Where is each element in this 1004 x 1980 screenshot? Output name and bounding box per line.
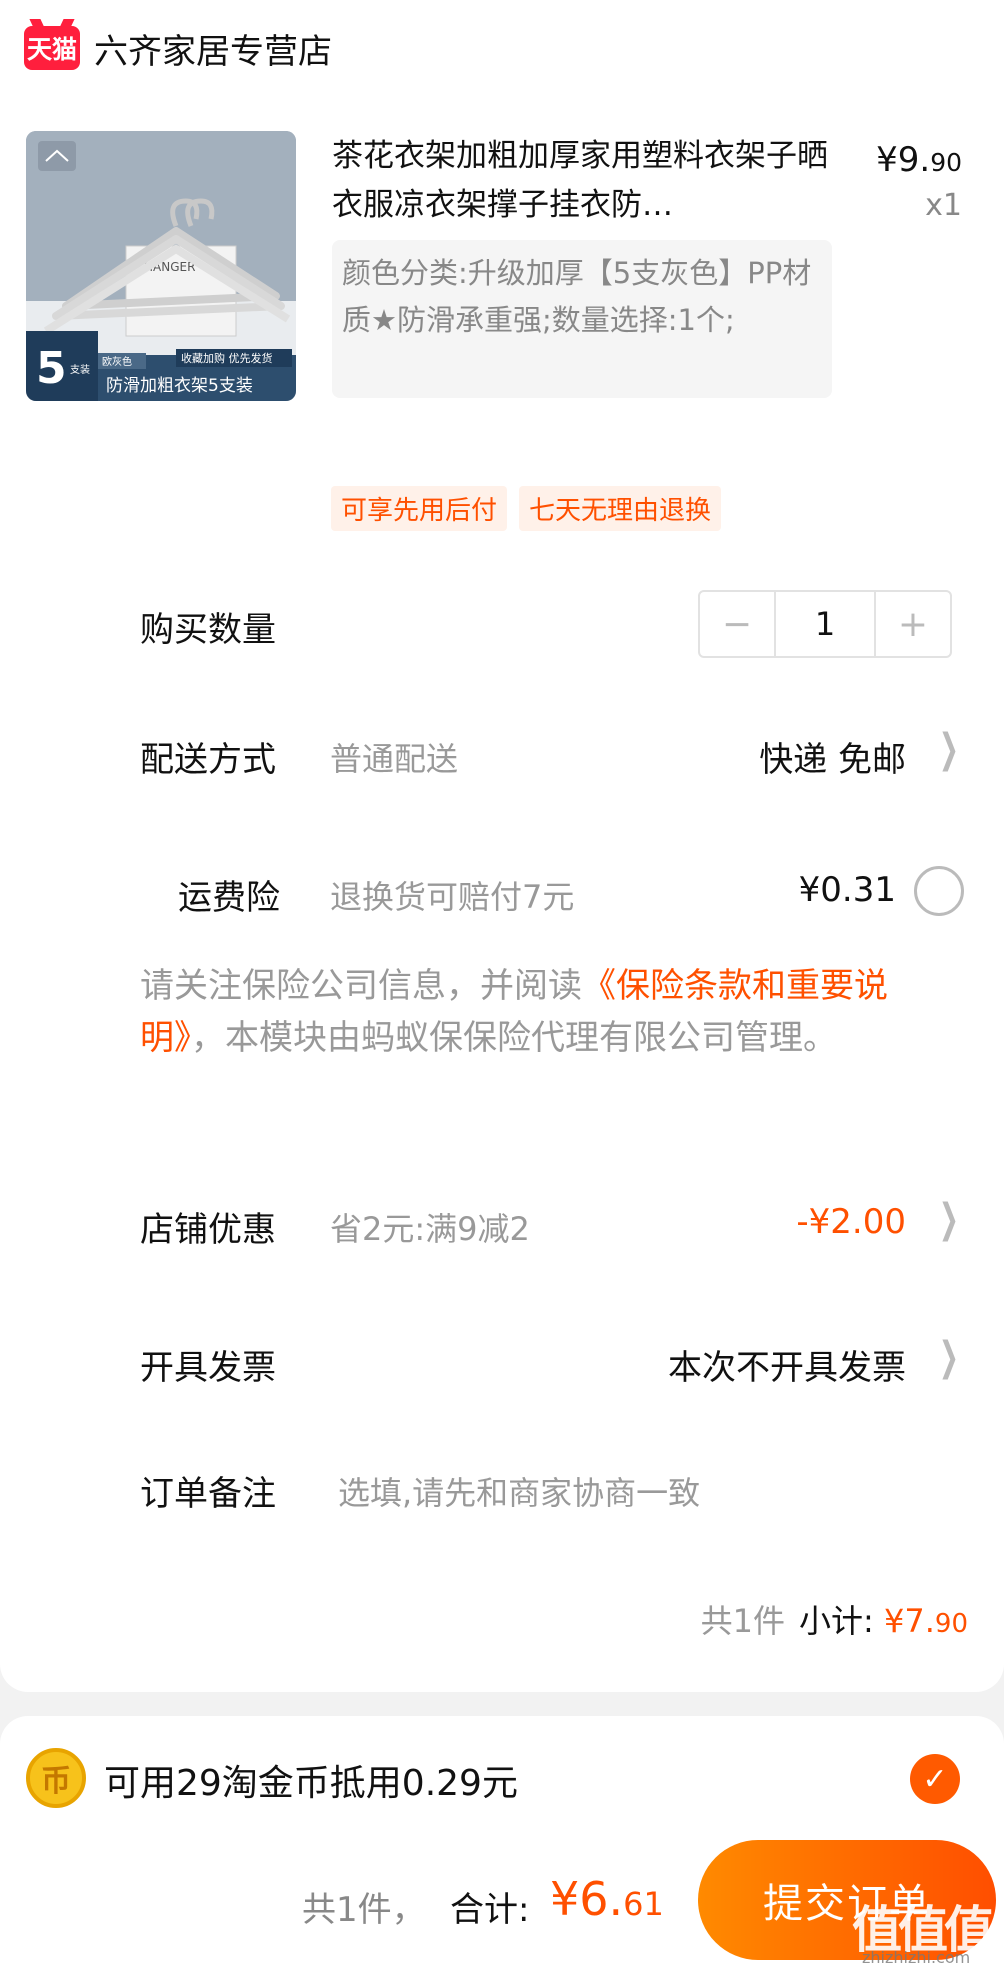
svg-text:支装: 支装 [70,363,90,376]
insurance-notice: 请关注保险公司信息，并阅读《保险条款和重要说明》，本模块由蚂蚁保保险代理有限公司… [140,966,888,1058]
product-sku[interactable]: 颜色分类:升级加厚【5支灰色】PP材质★防滑承重强;数量选择:1个; [332,240,832,398]
total-count: 共1件， [302,1890,426,1930]
svg-text:5: 5 [36,343,67,394]
store-header[interactable]: 天猫 六齐家居专营店 [24,18,332,78]
insurance-radio[interactable] [914,866,964,916]
product-price: ¥9.90 [876,140,962,180]
tag-pay-later: 可享先用后付 [331,486,508,531]
delivery-method: 普通配送 [330,740,459,778]
coin-checkbox-checked-icon[interactable]: ✓ [910,1754,960,1804]
insurance-desc: 退换货可赔付7元 [330,878,575,916]
invoice-label: 开具发票 [140,1348,276,1388]
tmall-logo: 天猫 [24,26,80,70]
invoice-value: 本次不开具发票 [668,1348,906,1388]
chevron-right-icon: ❯ [938,726,959,772]
product-thumbnail[interactable]: HANGER 5 支装 欧灰色 收藏加购 优先发货 防滑加粗衣架5支装 [26,131,296,401]
svg-text:防滑加粗衣架5支装: 防滑加粗衣架5支装 [106,376,253,396]
insurance-label: 运费险 [178,878,280,918]
svg-text:收藏加购 优先发货: 收藏加购 优先发货 [181,351,273,365]
total-label: 合计: [450,1890,530,1930]
quantity-plus-button[interactable]: + [876,592,950,656]
quantity-value[interactable]: 1 [774,592,876,656]
remark-label: 订单备注 [140,1474,276,1514]
coin-deduction-text: 可用29淘金币抵用0.29元 [104,1763,518,1804]
total-amount: ¥6.61 [550,1872,664,1926]
watermark-url: zhizhizhi.com [862,1948,971,1967]
insurance-price: ¥0.31 [798,870,896,910]
discount-value: -¥2.00 [796,1202,906,1242]
remark-input[interactable]: 选填,请先和商家协商一致 [338,1468,700,1514]
service-tags: 可享先用后付 七天无理由退换 [331,486,722,531]
product-title[interactable]: 茶花衣架加粗加厚家用塑料衣架子晒衣服凉衣架撑子挂衣防… [332,132,832,230]
order-card: 天猫 六齐家居专营店 HANGER 5 支装 欧灰色 收藏加购 优先发货 防滑加… [0,0,1004,1692]
discount-label: 店铺优惠 [140,1210,276,1250]
delivery-value: 快递 免邮 [759,740,906,780]
taojinbi-coin-icon: 币 [26,1748,86,1808]
discount-desc: 省2元:满9减2 [330,1210,530,1248]
subtotal-amount: ¥7.90 [884,1602,968,1640]
product-quantity: x1 [925,188,962,223]
tag-seven-day-return: 七天无理由退换 [519,486,722,531]
quantity-stepper[interactable]: − 1 + [698,590,952,658]
delivery-label: 配送方式 [140,740,276,780]
quantity-minus-button[interactable]: − [700,592,774,656]
quantity-label: 购买数量 [140,610,276,650]
svg-text:欧灰色: 欧灰色 [102,355,132,368]
chevron-right-icon: ❯ [938,1334,959,1380]
subtotal: 共1件 小计: ¥7.90 [700,1602,968,1640]
store-name[interactable]: 六齐家居专营店 [94,24,332,73]
chevron-right-icon: ❯ [938,1196,959,1242]
hanger-product-image: HANGER 5 支装 欧灰色 收藏加购 优先发货 防滑加粗衣架5支装 [26,131,296,401]
